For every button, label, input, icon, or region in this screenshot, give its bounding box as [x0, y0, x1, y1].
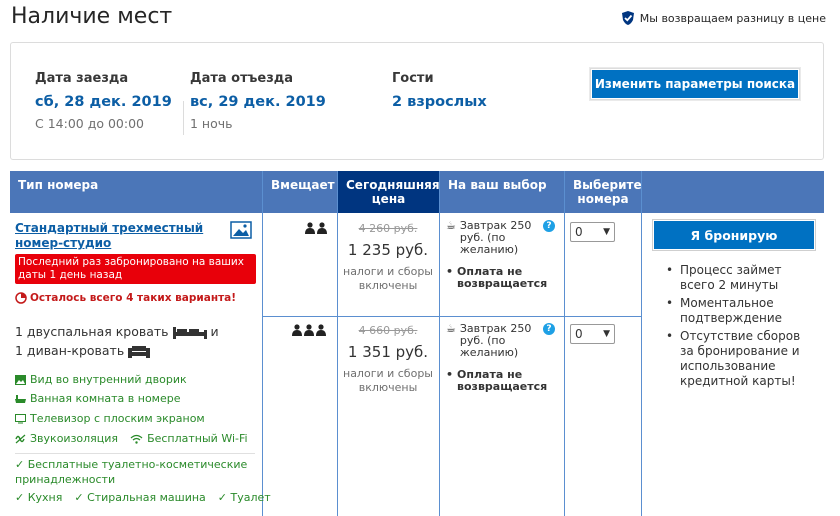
- room-qty-select[interactable]: 0 ▼: [570, 324, 615, 344]
- coffee-cup-icon: ☕: [446, 322, 456, 335]
- amenity-courtyard: Вид во внутренний дворик: [15, 373, 187, 386]
- three-persons-icon: [292, 324, 326, 336]
- rooms-left-text: Осталось всего 4 таких варианта!: [30, 292, 237, 304]
- guests-label: Гости: [392, 71, 434, 86]
- breakfast-text: Завтрак 250 руб. (по желанию): [459, 219, 532, 256]
- column-divider: [564, 171, 565, 516]
- breakfast-text: Завтрак 250 руб. (по желанию): [459, 322, 532, 359]
- checkout-block: Дата отъезда вс, 29 дек. 2019 1 ночь: [190, 71, 326, 131]
- bed-info: 1 двуспальная кровать и 1 диван-кровать: [15, 322, 245, 360]
- rooms-table: Тип номера Вмещает Сегодняшняя цена На в…: [10, 171, 824, 516]
- amenity-tv: Телевизор с плоским экраном: [15, 412, 205, 425]
- nights-count: 1 ночь: [190, 116, 233, 131]
- divider: [15, 453, 255, 454]
- dropdown-arrow-icon: ▼: [603, 227, 610, 237]
- price-match-badge[interactable]: Мы возвращаем разницу в цене: [620, 10, 826, 26]
- checkout-date: вс, 29 дек. 2019: [190, 94, 326, 110]
- select-value: 0: [575, 327, 583, 341]
- select-value: 0: [575, 225, 583, 239]
- bed-sofa-text: 1 диван-кровать: [15, 343, 125, 358]
- change-search-button[interactable]: Изменить параметры поиска: [590, 68, 800, 100]
- bullet-icon: •: [446, 368, 454, 381]
- amenity-text: Бесплатный Wi-Fi: [147, 432, 248, 445]
- taxes-note: налоги и сборы включены: [343, 265, 433, 292]
- old-price: 4 660 руб.: [358, 324, 418, 337]
- col-sleeps: Вмещает: [263, 171, 337, 213]
- double-bed-icon: [172, 326, 207, 339]
- rooms-left-alert: Осталось всего 4 таких варианта!: [15, 292, 236, 304]
- shield-check-icon: [621, 11, 634, 25]
- image-icon: [15, 374, 26, 385]
- column-divider: [439, 171, 440, 516]
- row-divider: [262, 316, 642, 317]
- column-divider: [262, 171, 263, 516]
- room-name-link[interactable]: Стандартный трехместный номер-студио: [15, 221, 220, 251]
- bullet-icon: •: [446, 265, 454, 278]
- wifi-icon: [130, 434, 143, 444]
- coffee-cup-icon: ☕: [446, 219, 456, 232]
- nonrefundable-text: Оплата не возвращается: [457, 368, 548, 393]
- col-today-price: Сегодняшняя цена: [338, 171, 440, 213]
- bathtub-icon: [15, 394, 26, 403]
- price-match-text: Мы возвращаем разницу в цене: [639, 11, 826, 25]
- amenity-bathroom: Ванная комната в номере: [15, 392, 181, 405]
- photo-gallery-icon[interactable]: [230, 221, 252, 239]
- nonrefundable-text: Оплата не возвращается: [457, 265, 548, 290]
- checkin-date: сб, 28 дек. 2019: [35, 94, 172, 110]
- benefit-item: Процесс займет всего 2 минуты: [666, 263, 816, 293]
- last-booked-alert: Последний раз забронировано на ваших дат…: [15, 254, 256, 284]
- col-your-choice: На ваш выбор: [440, 171, 564, 213]
- sofa-bed-icon: [128, 346, 151, 358]
- amenity-text: ✓ Туалет: [217, 491, 271, 504]
- bed-and-text: и: [210, 324, 219, 339]
- price-offer-1: 4 260 руб. 1 235 руб. налоги и сборы вкл…: [338, 222, 438, 293]
- column-divider: [641, 171, 642, 516]
- old-price: 4 260 руб.: [358, 222, 418, 235]
- checkin-label: Дата заезда: [35, 71, 129, 86]
- amenity-soundproof: Звукоизоляция Бесплатный Wi-Fi: [15, 432, 248, 445]
- amenity-text: Вид во внутренний дворик: [30, 373, 187, 386]
- col-room-type: Тип номера: [10, 171, 262, 213]
- amenity-text: ✓ Стиральная машина: [74, 491, 206, 504]
- dropdown-arrow-icon: ▼: [603, 329, 610, 339]
- current-price: 1 235 руб.: [347, 241, 429, 259]
- page-title: Наличие мест: [11, 4, 173, 29]
- tv-icon: [15, 413, 26, 423]
- guests-value: 2 взрослых: [392, 94, 487, 110]
- amenity-text: Звукоизоляция: [30, 432, 119, 445]
- checkout-label: Дата отъезда: [190, 71, 294, 86]
- search-summary: Дата заезда сб, 28 дек. 2019 С 14:00 до …: [10, 42, 824, 160]
- help-icon[interactable]: ?: [543, 323, 555, 335]
- bed-double-text: 1 двуспальная кровать: [15, 324, 169, 339]
- conditions-offer-2: ☕ Завтрак 250 руб. (по желанию) • Оплата н…: [446, 322, 548, 393]
- divider: [183, 101, 184, 135]
- conditions-offer-1: ☕ Завтрак 250 руб. (по желанию) • Оплата н…: [446, 219, 548, 290]
- room-qty-select[interactable]: 0 ▼: [570, 222, 615, 242]
- amenity-text: Ванная комната в номере: [30, 392, 181, 405]
- col-select-rooms: Выберите номера: [565, 171, 642, 213]
- amenity-text: ✓ Кухня: [15, 491, 63, 504]
- soundproof-icon: [15, 434, 26, 443]
- help-icon[interactable]: ?: [543, 220, 555, 232]
- book-now-button[interactable]: Я бронирую: [653, 220, 815, 250]
- checkin-block: Дата заезда сб, 28 дек. 2019 С 14:00 до …: [35, 71, 172, 131]
- benefit-item: Отсутствие сборов за бронирование и испо…: [666, 329, 816, 389]
- two-persons-icon: [305, 222, 327, 234]
- clock-icon: [15, 292, 27, 304]
- current-price: 1 351 руб.: [347, 343, 429, 361]
- col-booking: [642, 171, 824, 213]
- amenity-toiletries: ✓ Бесплатные туалетно-косметические прин…: [15, 458, 248, 486]
- amenity-text: Телевизор с плоским экраном: [30, 412, 205, 425]
- taxes-note: налоги и сборы включены: [343, 367, 433, 394]
- price-offer-2: 4 660 руб. 1 351 руб. налоги и сборы вкл…: [338, 324, 438, 395]
- benefit-item: Моментальное подтверждение: [666, 296, 816, 326]
- guests-block: Гости 2 взрослых: [392, 71, 487, 110]
- amenity-row-kitchen: ✓ Кухня ✓ Стиральная машина ✓ Туалет: [15, 491, 271, 504]
- booking-benefits: Процесс займет всего 2 минуты Моментальн…: [666, 263, 816, 392]
- checkin-time: С 14:00 до 00:00: [35, 116, 144, 131]
